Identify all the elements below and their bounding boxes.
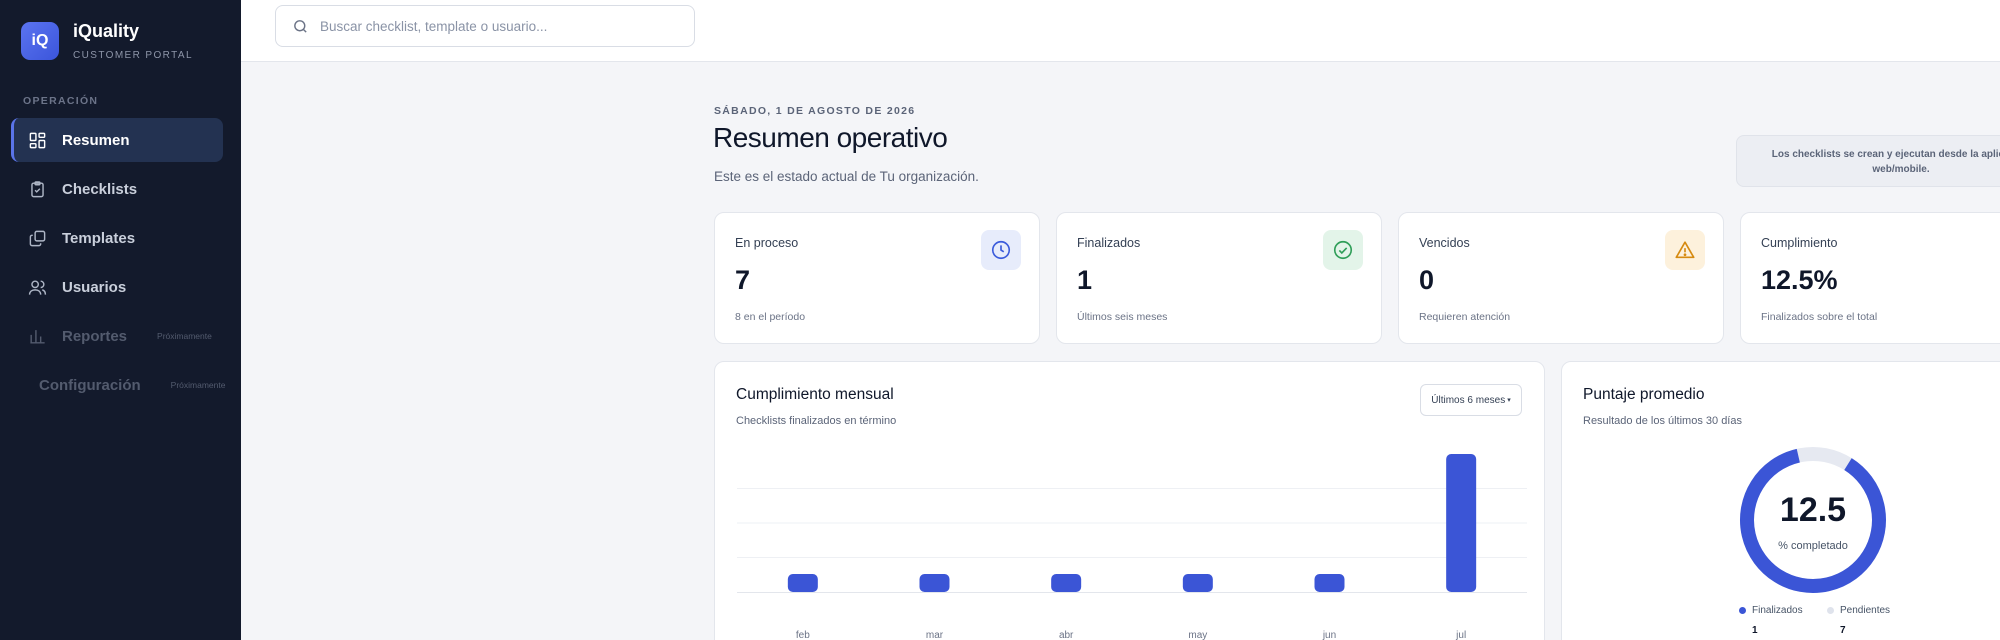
clipboard-icon [26, 178, 48, 200]
legend-item-finalizados: Finalizados [1739, 605, 1803, 616]
info-notice-line: web/mobile. [1872, 164, 1930, 175]
bar-may[interactable] [1182, 574, 1213, 592]
sidebar-item-checklists[interactable]: Checklists [11, 167, 223, 211]
brand-logo: iQ [21, 21, 59, 60]
legend-label: Finalizados [1752, 605, 1803, 616]
sidebar-item-reportes: Reportes Próximamente [11, 314, 223, 358]
current-date: SÁBADO, 1 DE AGOSTO DE 2026 [714, 105, 916, 117]
dashboard-icon [26, 129, 48, 151]
legend-dot [1827, 607, 1834, 614]
search-input[interactable] [320, 18, 660, 34]
period-select-label: Últimos 6 meses [1431, 394, 1506, 406]
info-notice: Los checklists se crean y ejecutan desde… [1736, 135, 2000, 187]
chevron-down-icon: ▾ [1507, 397, 1511, 404]
x-tick-label: mar [926, 630, 944, 640]
brand-subtitle: CUSTOMER PORTAL [73, 50, 193, 61]
sidebar-item-configuracion: Configuración Próximamente [11, 363, 226, 407]
stat-label: Vencidos [1419, 236, 1470, 250]
bar-chart-icon [26, 325, 48, 347]
legend-label: Pendientes [1840, 605, 1891, 616]
stat-label: Finalizados [1077, 236, 1141, 250]
bar-abr[interactable] [1051, 574, 1082, 592]
sidebar-item-usuarios[interactable]: Usuarios [11, 265, 223, 309]
legend-count: 7 [1840, 625, 1846, 636]
stat-value: 1 [1077, 265, 1093, 295]
coming-soon-badge: Próximamente [157, 331, 212, 341]
sidebar-item-templates[interactable]: Templates [11, 216, 223, 260]
stat-value: 12.5% [1761, 265, 1838, 295]
info-notice-line: Los checklists se crean y ejecutan desde… [1771, 149, 2000, 160]
clock-icon [981, 230, 1021, 270]
period-select-button[interactable]: Últimos 6 meses ▾ [1420, 384, 1522, 416]
sidebar-item-label: Reportes [62, 327, 128, 345]
legend-item-pendientes: Pendientes [1827, 605, 1890, 616]
topbar [241, 0, 2000, 62]
donut-label: % completado [1778, 540, 1848, 552]
card-title: Cumplimiento mensual [736, 386, 894, 403]
sidebar-item-label: Checklists [62, 180, 138, 198]
donut-value: 12.5 [1779, 491, 1847, 529]
stat-note: Finalizados sobre el total [1761, 311, 1878, 323]
stat-note: Últimos seis meses [1077, 311, 1168, 323]
brand[interactable]: iQ iQuality CUSTOMER PORTAL [21, 20, 193, 61]
stat-value: 7 [735, 265, 751, 295]
x-tick-label: may [1188, 630, 1207, 640]
stat-label: Cumplimiento [1761, 236, 1838, 250]
stat-label: En proceso [735, 236, 799, 250]
sidebar-item-label: Configuración [39, 376, 141, 394]
stat-note: Requieren atención [1419, 311, 1511, 323]
sidebar-item-label: Templates [62, 229, 136, 247]
bar-mar[interactable] [919, 574, 950, 592]
x-tick-label: jul [1455, 630, 1466, 640]
users-icon [26, 276, 48, 298]
stat-card-cumplimiento: Cumplimiento 12.5% Finalizados sobre el … [1740, 212, 2000, 344]
search-box[interactable] [275, 5, 695, 47]
search-icon [294, 19, 307, 33]
card-subtitle: Resultado de los últimos 30 días [1583, 415, 1742, 427]
warning-icon [1665, 230, 1705, 270]
sidebar-section-title: OPERACIÓN [23, 95, 99, 107]
stat-card-finalizados: Finalizados 1 Últimos seis meses [1056, 212, 1382, 344]
sidebar: iQ iQuality CUSTOMER PORTAL OPERACIÓN Re… [0, 0, 241, 640]
monthly-bar-chart: feb mar abr may jun jul [737, 454, 1527, 640]
monthly-compliance-card: Cumplimiento mensual Checklists finaliza… [714, 361, 1545, 640]
check-circle-icon [1323, 230, 1363, 270]
coming-soon-badge: Próximamente [170, 380, 226, 390]
templates-icon [26, 227, 48, 249]
x-tick-label: abr [1059, 630, 1074, 640]
bar-jul[interactable] [1446, 454, 1477, 592]
bar-feb[interactable] [787, 574, 818, 592]
average-score-card: Puntaje promedio Resultado de los último… [1561, 361, 2000, 640]
page-title: Resumen operativo [713, 122, 948, 153]
bar-jun[interactable] [1314, 574, 1345, 592]
legend-count: 1 [1752, 625, 1758, 636]
stat-note: 8 en el período [735, 311, 806, 323]
x-tick-label: feb [796, 630, 810, 640]
x-tick-label: jun [1322, 630, 1336, 640]
stat-card-vencidos: Vencidos 0 Requieren atención [1398, 212, 1724, 344]
sidebar-item-label: Resumen [62, 131, 130, 149]
stat-card-en-proceso: En proceso 7 8 en el período [714, 212, 1040, 344]
stat-value: 0 [1419, 265, 1435, 295]
brand-name: iQuality [73, 21, 140, 41]
legend-dot [1739, 607, 1746, 614]
sidebar-item-label: Usuarios [62, 278, 127, 296]
score-donut: 12.5 % completado [1738, 445, 1888, 595]
sidebar-item-resumen[interactable]: Resumen [11, 118, 223, 162]
page-subtitle: Este es el estado actual de Tu organizac… [714, 169, 979, 184]
card-subtitle: Checklists finalizados en término [736, 415, 897, 427]
card-title: Puntaje promedio [1583, 386, 1705, 403]
